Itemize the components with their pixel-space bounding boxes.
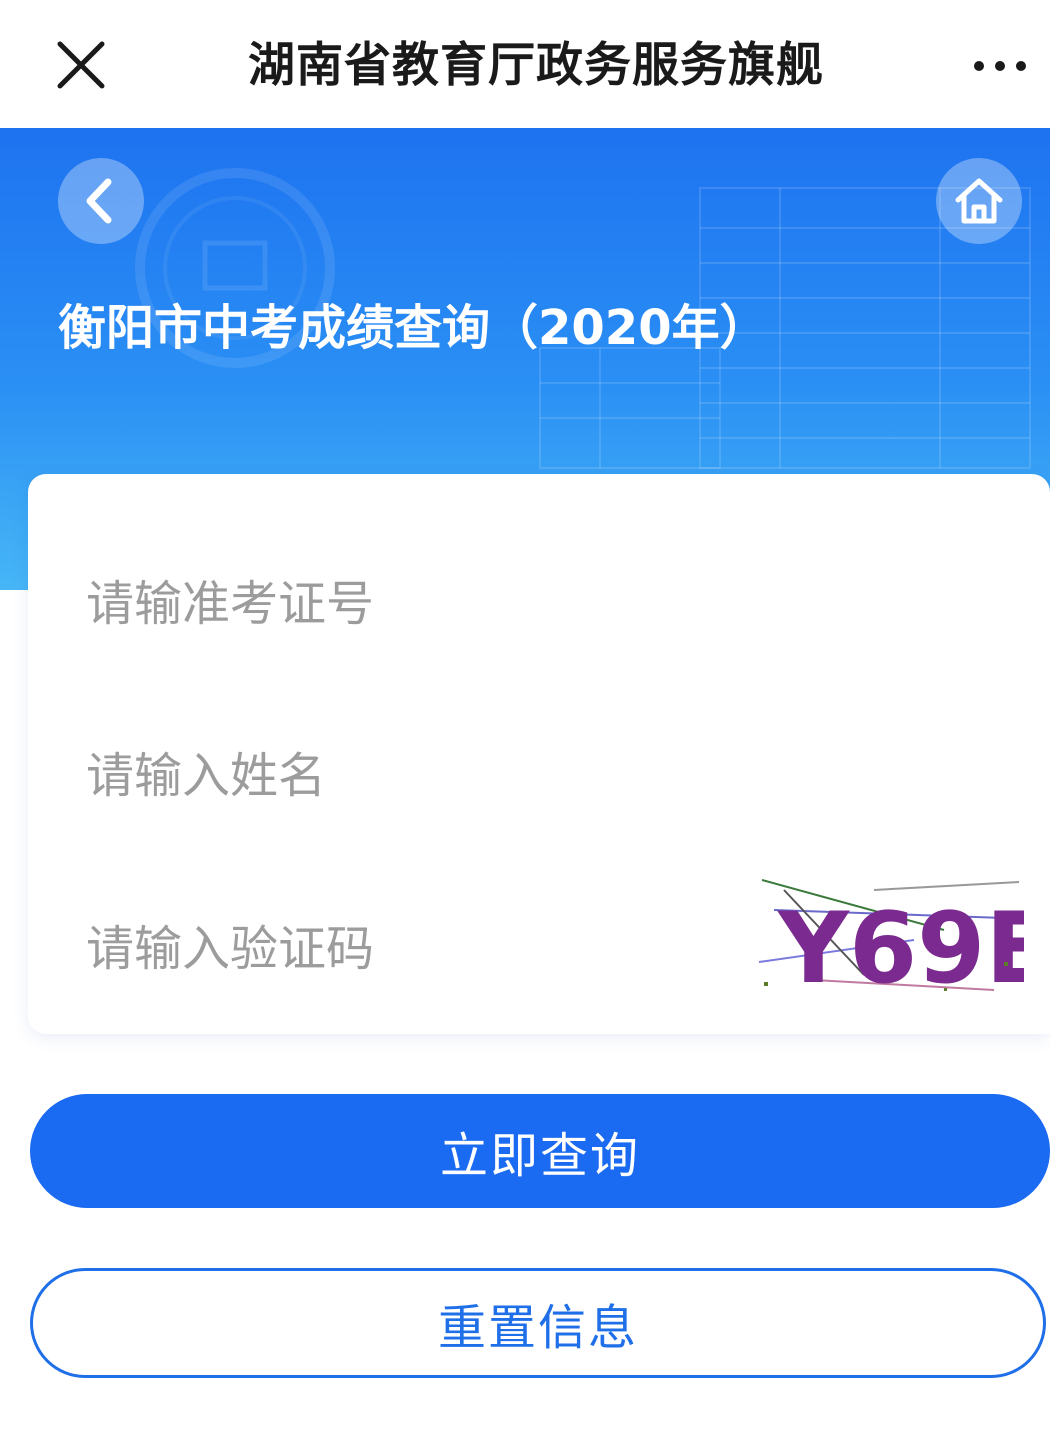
query-form-card: Y69E xyxy=(28,474,1050,1034)
query-button[interactable]: 立即查询 xyxy=(30,1094,1050,1208)
chevron-left-icon xyxy=(86,178,112,224)
captcha-input[interactable] xyxy=(86,909,746,989)
name-input[interactable] xyxy=(86,736,746,816)
back-button[interactable] xyxy=(58,158,144,244)
captcha-image[interactable]: Y69E xyxy=(754,870,1024,1000)
nav-title: 湖南省教育厅政务服务旗舰 xyxy=(248,38,824,93)
top-nav-bar: 湖南省教育厅政务服务旗舰 xyxy=(0,0,1050,128)
home-button[interactable] xyxy=(936,158,1022,244)
close-icon[interactable] xyxy=(52,36,110,94)
exam-number-input[interactable] xyxy=(86,564,746,644)
page-title: 衡阳市中考成绩查询（2020年） xyxy=(58,300,768,356)
reset-button[interactable]: 重置信息 xyxy=(30,1268,1046,1378)
more-dots-icon[interactable] xyxy=(965,46,1035,86)
home-icon xyxy=(955,178,1003,224)
captcha-text: Y69E xyxy=(777,892,1024,1000)
